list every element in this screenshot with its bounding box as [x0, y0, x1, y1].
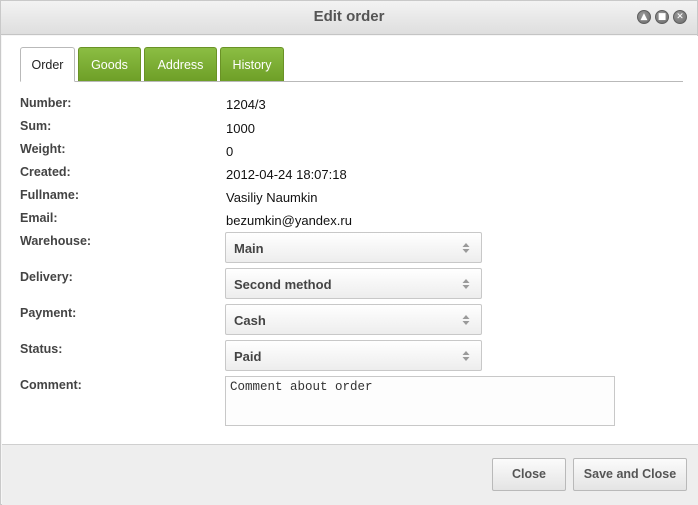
sum-label: Sum:: [20, 119, 52, 133]
delivery-select[interactable]: Second method: [225, 268, 482, 299]
warehouse-select-value: Main: [234, 241, 264, 256]
tab-history[interactable]: History: [220, 47, 284, 81]
save-and-close-button[interactable]: Save and Close: [573, 458, 687, 491]
tab-goods[interactable]: Goods: [78, 47, 141, 81]
created-label: Created:: [20, 165, 71, 179]
weight-value: 0: [226, 144, 234, 159]
weight-label: Weight:: [20, 142, 66, 156]
fullname-value: Vasiliy Naumkin: [226, 190, 318, 205]
warehouse-select[interactable]: Main: [225, 232, 482, 263]
tab-bar: Order Goods Address History: [20, 47, 683, 82]
number-label: Number:: [20, 96, 72, 110]
close-button[interactable]: Close: [492, 458, 566, 491]
comment-label: Comment:: [20, 378, 82, 392]
status-select-value: Paid: [234, 349, 262, 364]
number-value: 1204/3: [226, 97, 266, 112]
payment-select[interactable]: Cash: [225, 304, 482, 335]
status-label: Status:: [20, 342, 63, 356]
email-value: bezumkin@yandex.ru: [226, 213, 352, 228]
delivery-select-value: Second method: [234, 277, 332, 292]
minimize-glyph: ▲: [640, 11, 648, 22]
edit-order-window: Edit order ▲ ■ ✕ Order Goods Address His…: [0, 0, 698, 505]
select-arrows-icon: [462, 279, 470, 289]
select-arrows-icon: [462, 315, 470, 325]
tab-address[interactable]: Address: [144, 47, 217, 81]
maximize-icon[interactable]: ■: [655, 10, 669, 24]
sum-value: 1000: [226, 121, 255, 136]
dialog-footer: Close Save and Close: [2, 444, 698, 505]
select-arrows-icon: [462, 243, 470, 253]
window-controls: ▲ ■ ✕: [637, 10, 687, 24]
fullname-label: Fullname:: [20, 188, 80, 202]
comment-textarea[interactable]: Comment about order: [225, 376, 615, 426]
created-value: 2012-04-24 18:07:18: [226, 167, 347, 182]
maximize-glyph: ■: [657, 11, 667, 22]
minimize-icon[interactable]: ▲: [637, 10, 651, 24]
payment-select-value: Cash: [234, 313, 266, 328]
close-glyph: ✕: [676, 11, 684, 22]
status-select[interactable]: Paid: [225, 340, 482, 371]
dialog-content: Order Goods Address History Number: 1204…: [2, 36, 698, 444]
window-titlebar[interactable]: Edit order ▲ ■ ✕: [1, 1, 697, 35]
payment-label: Payment:: [20, 306, 77, 320]
window-title: Edit order: [313, 8, 385, 25]
select-arrows-icon: [462, 351, 470, 361]
delivery-label: Delivery:: [20, 270, 73, 284]
warehouse-label: Warehouse:: [20, 234, 92, 248]
email-label: Email:: [20, 211, 58, 225]
close-icon[interactable]: ✕: [673, 10, 687, 24]
tab-order[interactable]: Order: [20, 47, 75, 82]
